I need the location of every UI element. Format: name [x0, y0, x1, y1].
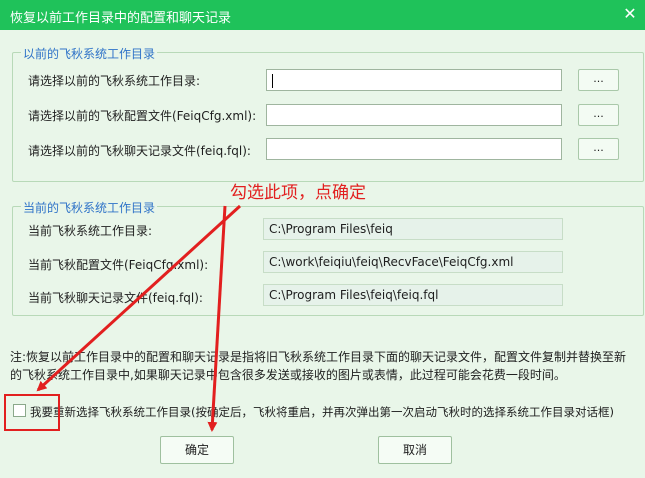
cancel-button[interactable]: 取消: [378, 436, 452, 464]
previous-group-legend: 以前的飞秋系统工作目录: [21, 45, 158, 62]
current-config-field: C:\work\feiqiu\feiq\RecvFace\FeiqCfg.xml: [263, 251, 563, 273]
previous-chatlog-label: 请选择以前的飞秋聊天记录文件(feiq.fql):: [28, 144, 251, 158]
current-config-label: 当前飞秋配置文件(FeiqCfg.xml):: [28, 258, 209, 272]
previous-chatlog-input[interactable]: [266, 138, 562, 160]
annotation-text: 勾选此项，点确定: [230, 183, 366, 203]
current-dir-label: 当前飞秋系统工作目录:: [28, 224, 153, 238]
browse-previous-config-button[interactable]: ...: [578, 104, 619, 126]
title-bar: 恢复以前工作目录中的配置和聊天记录 ✕: [0, 0, 645, 30]
ok-button[interactable]: 确定: [160, 436, 234, 464]
browse-previous-chatlog-button[interactable]: ...: [578, 138, 619, 160]
previous-dir-label: 请选择以前的飞秋系统工作目录:: [28, 74, 201, 88]
reselect-directory-label[interactable]: 我要重新选择飞秋系统工作目录(按确定后，飞秋将重启，并再次弹出第一次启动飞秋时的…: [30, 404, 614, 420]
previous-config-label: 请选择以前的飞秋配置文件(FeiqCfg.xml):: [28, 109, 257, 123]
browse-previous-dir-button[interactable]: ...: [578, 69, 619, 91]
current-group-legend: 当前的飞秋系统工作目录: [21, 199, 158, 216]
current-chatlog-field: C:\Program Files\feiq\feiq.fql: [263, 284, 563, 306]
window-title: 恢复以前工作目录中的配置和聊天记录: [10, 11, 232, 26]
annotation-highlight-box: [4, 394, 60, 431]
current-chatlog-label: 当前飞秋聊天记录文件(feiq.fql):: [28, 291, 203, 305]
previous-config-input[interactable]: [266, 104, 562, 126]
close-icon[interactable]: ✕: [615, 0, 645, 30]
current-dir-field: C:\Program Files\feiq: [263, 218, 563, 240]
note-text: 注:恢复以前工作目录中的配置和聊天记录是指将旧飞秋系统工作目录下面的聊天记录文件…: [10, 350, 627, 382]
dialog-window: 恢复以前工作目录中的配置和聊天记录 ✕ 以前的飞秋系统工作目录 请选择以前的飞秋…: [0, 0, 645, 478]
text-caret: [272, 73, 273, 88]
previous-dir-input[interactable]: [266, 69, 562, 91]
